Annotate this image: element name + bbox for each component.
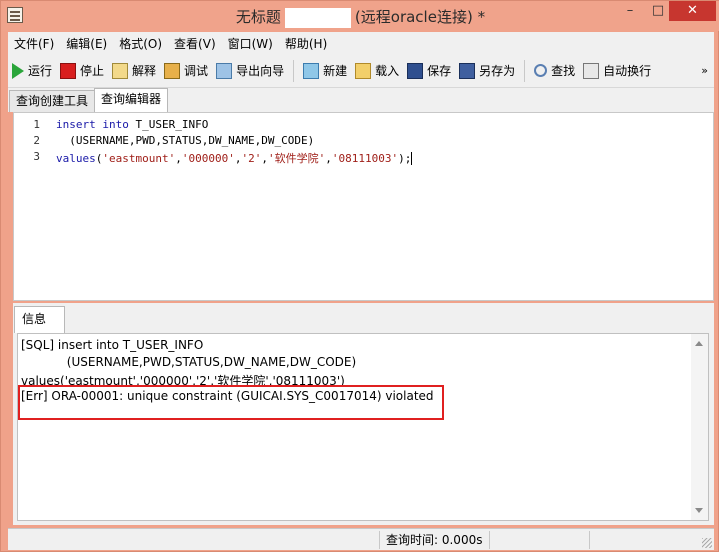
stop-button[interactable]: 停止	[56, 59, 108, 83]
export-icon	[216, 62, 233, 79]
stop-icon	[60, 62, 77, 79]
minimize-button[interactable]: –	[616, 1, 644, 21]
line-number-gutter: 1 2 3	[14, 113, 46, 300]
save-icon	[407, 62, 424, 79]
window-title-suffix: (远程oracle连接) *	[354, 8, 486, 26]
line-number: 3	[33, 150, 40, 163]
string-literal: '软件学院'	[267, 152, 326, 165]
menu-help[interactable]: 帮助(H)	[279, 35, 333, 52]
toolbar: 运行 停止 解释 调试 导出向导 新建 载入 保存 另存为 查找 自动换行 »	[8, 54, 714, 88]
scroll-up-icon[interactable]	[695, 341, 703, 346]
resize-grip-icon[interactable]	[702, 538, 712, 548]
explain-button[interactable]: 解释	[108, 59, 160, 83]
menu-file[interactable]: 文件(F)	[8, 35, 60, 52]
find-label: 查找	[551, 64, 576, 78]
stop-label: 停止	[80, 64, 105, 78]
new-label: 新建	[323, 64, 348, 78]
keyword-into: into	[102, 118, 129, 131]
message-line: (USERNAME,PWD,STATUS,DW_NAME,DW_CODE)	[21, 355, 357, 369]
tab-info[interactable]: 信息	[14, 306, 65, 333]
string-literal: '2'	[241, 152, 262, 165]
folder-icon	[355, 62, 372, 79]
maximize-button[interactable]: □	[644, 1, 672, 21]
app-window: 无标题 (远程oracle连接) * – □ ✕ 文件(F) 编辑(E) 格式(O…	[0, 0, 719, 552]
info-area: 信息 [SQL] insert into T_USER_INFO (USERNA…	[13, 303, 714, 525]
string-literal: 'eastmount'	[102, 152, 176, 165]
search-icon	[534, 64, 548, 77]
message-line: [SQL] insert into T_USER_INFO	[21, 338, 204, 352]
redacted-block	[284, 7, 351, 28]
status-bar: 查询时间: 0.000s	[8, 528, 714, 550]
scroll-down-icon[interactable]	[695, 508, 703, 513]
keyword-values: values	[56, 152, 96, 165]
window-title: 无标题 (远程oracle连接) *	[1, 6, 719, 28]
error-highlight-box	[18, 385, 444, 420]
tab-query-editor[interactable]: 查询编辑器	[94, 88, 169, 112]
debug-label: 调试	[184, 64, 209, 78]
save-as-label: 另存为	[479, 64, 516, 78]
sql-editor[interactable]: 1 2 3 insert into T_USER_INFO (USERNAME,…	[13, 112, 714, 301]
string-literal: '08111003'	[331, 152, 399, 165]
new-button[interactable]: 新建	[299, 59, 351, 83]
menu-view[interactable]: 查看(V)	[168, 35, 222, 52]
export-wizard-button[interactable]: 导出向导	[212, 59, 288, 83]
text-cursor	[411, 152, 413, 165]
run-label: 运行	[28, 64, 53, 78]
line-number: 2	[33, 134, 40, 147]
toolbar-separator	[524, 59, 526, 82]
debug-button[interactable]: 调试	[160, 59, 212, 83]
load-label: 载入	[375, 64, 400, 78]
toolbar-overflow-button[interactable]: »	[701, 65, 714, 76]
status-cell-empty	[589, 531, 699, 549]
menu-edit[interactable]: 编辑(E)	[60, 35, 113, 52]
tab-strip: 查询创建工具 查询编辑器	[8, 88, 714, 112]
table-name: T_USER_INFO	[135, 118, 209, 131]
keyword-insert: insert	[56, 118, 96, 131]
paren-close: );	[398, 152, 412, 165]
word-wrap-label: 自动换行	[603, 64, 652, 78]
word-wrap-icon	[583, 62, 600, 79]
code-line-3: values('eastmount','000000','2','软件学院','…	[56, 152, 413, 165]
play-icon	[12, 62, 24, 79]
load-button[interactable]: 载入	[351, 59, 403, 83]
message-panel[interactable]: [SQL] insert into T_USER_INFO (USERNAME,…	[17, 333, 709, 521]
find-button[interactable]: 查找	[530, 59, 579, 83]
menu-bar: 文件(F) 编辑(E) 格式(O) 查看(V) 窗口(W) 帮助(H)	[8, 32, 714, 54]
explain-label: 解释	[132, 64, 157, 78]
save-as-button[interactable]: 另存为	[455, 59, 519, 83]
toolbar-separator	[293, 59, 295, 82]
query-time: 查询时间: 0.000s	[379, 531, 489, 549]
vertical-scrollbar[interactable]	[691, 334, 708, 520]
window-title-prefix: 无标题	[235, 8, 281, 26]
line-number: 1	[33, 118, 40, 131]
save-button[interactable]: 保存	[403, 59, 455, 83]
debug-icon	[164, 62, 181, 79]
new-query-icon	[303, 62, 320, 79]
word-wrap-button[interactable]: 自动换行	[579, 59, 655, 83]
explain-icon	[112, 62, 129, 79]
status-cell-empty	[489, 531, 589, 549]
export-wizard-label: 导出向导	[236, 64, 285, 78]
menu-window[interactable]: 窗口(W)	[222, 35, 279, 52]
code-line-2: (USERNAME,PWD,STATUS,DW_NAME,DW_CODE)	[56, 134, 315, 147]
string-literal: '000000'	[181, 152, 235, 165]
tab-query-builder[interactable]: 查询创建工具	[9, 90, 96, 112]
code-line-1: insert into T_USER_INFO	[56, 118, 208, 131]
save-label: 保存	[427, 64, 452, 78]
run-button[interactable]: 运行	[8, 59, 56, 83]
save-as-icon	[459, 62, 476, 79]
title-bar[interactable]: 无标题 (远程oracle连接) * – □ ✕	[1, 1, 719, 31]
menu-format[interactable]: 格式(O)	[113, 35, 168, 52]
close-button[interactable]: ✕	[669, 1, 716, 21]
